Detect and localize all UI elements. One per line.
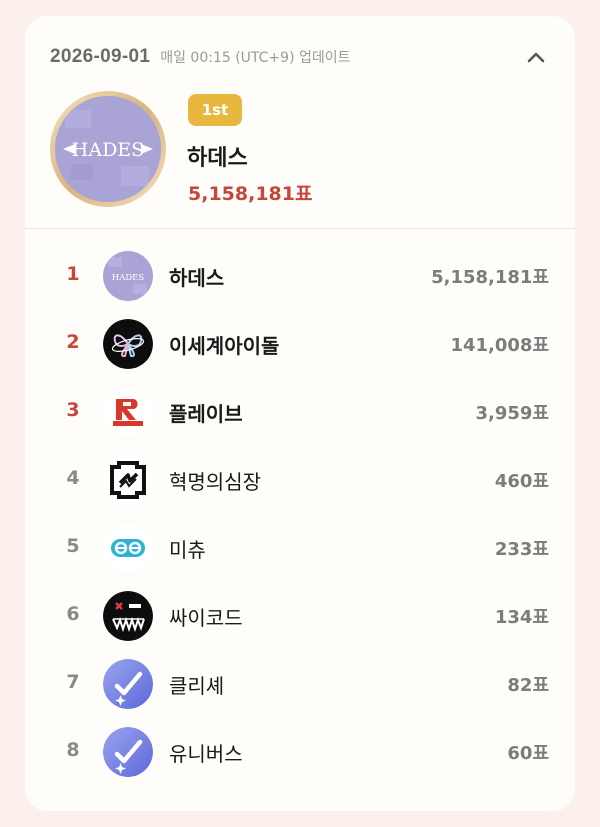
vote-count: 5,158,181표: [431, 267, 549, 288]
hero-avatar: HADES: [50, 91, 166, 207]
vote-count: 460표: [494, 471, 549, 492]
isegye-idol-logo-icon: [103, 319, 153, 369]
list-item[interactable]: 6 싸이코드 134표: [25, 582, 575, 650]
michu-logo-icon: [103, 523, 153, 573]
rank-number: 6: [66, 603, 80, 625]
hades-logo-icon: HADES: [55, 96, 161, 202]
vote-count: 60표: [507, 743, 549, 764]
ranking-card: 2026-09-01 매일 00:15 (UTC+9) 업데이트 HADES 1…: [25, 16, 575, 811]
group-name: 클리셰: [169, 674, 225, 698]
hero-votes: 5,158,181표: [188, 183, 313, 205]
divider: [25, 228, 575, 229]
rank-number: 7: [66, 671, 80, 693]
list-item[interactable]: 3 플레이브 3,959표: [25, 378, 575, 446]
plave-logo-icon: [103, 387, 153, 437]
rank-number: 2: [66, 331, 80, 353]
list-item[interactable]: 8 유니버스 60표: [25, 718, 575, 786]
vote-count: 141,008표: [450, 335, 549, 356]
list-item[interactable]: 5 미츄 233표: [25, 514, 575, 582]
hades-logo-icon: HADES: [103, 251, 153, 301]
rank-number: 4: [66, 467, 80, 489]
vote-count: 82표: [507, 675, 549, 696]
rank-number: 5: [66, 535, 80, 557]
group-name: 싸이코드: [169, 606, 243, 630]
rank-badge: 1st: [188, 94, 242, 126]
hero-name: 하데스: [187, 146, 248, 171]
revolution-heart-logo-icon: [103, 455, 153, 505]
group-name: 이세계아이돌: [169, 334, 280, 358]
svg-text:HADES: HADES: [112, 273, 145, 283]
rank-number: 1: [66, 263, 80, 285]
group-name: 유니버스: [169, 742, 243, 766]
vote-count: 233표: [494, 539, 549, 560]
group-name: 플레이브: [169, 402, 243, 426]
chevron-up-icon[interactable]: [523, 44, 549, 70]
ranking-date: 2026-09-01: [50, 46, 151, 67]
group-name: 혁명의심장: [169, 470, 261, 494]
hero-logo-text: HADES: [72, 139, 144, 161]
group-name: 하데스: [169, 266, 225, 290]
vote-count: 134표: [494, 607, 549, 628]
update-schedule: 매일 00:15 (UTC+9) 업데이트: [160, 50, 351, 66]
list-item[interactable]: 7 클리셰 82표: [25, 650, 575, 718]
group-name: 미츄: [169, 538, 206, 562]
universe-logo-icon: [103, 727, 153, 777]
vote-count: 3,959표: [475, 403, 550, 424]
list-item[interactable]: 2 이세계아이돌 141,008표: [25, 310, 575, 378]
rank-number: 8: [66, 739, 80, 761]
cliche-logo-icon: [103, 659, 153, 709]
list-item[interactable]: 1 HADES 하데스 5,158,181표: [25, 242, 575, 310]
list-item[interactable]: 4 혁명의심장 460표: [25, 446, 575, 514]
rank-number: 3: [66, 399, 80, 421]
card-header[interactable]: 2026-09-01 매일 00:15 (UTC+9) 업데이트: [50, 42, 553, 72]
psycode-logo-icon: [103, 591, 153, 641]
